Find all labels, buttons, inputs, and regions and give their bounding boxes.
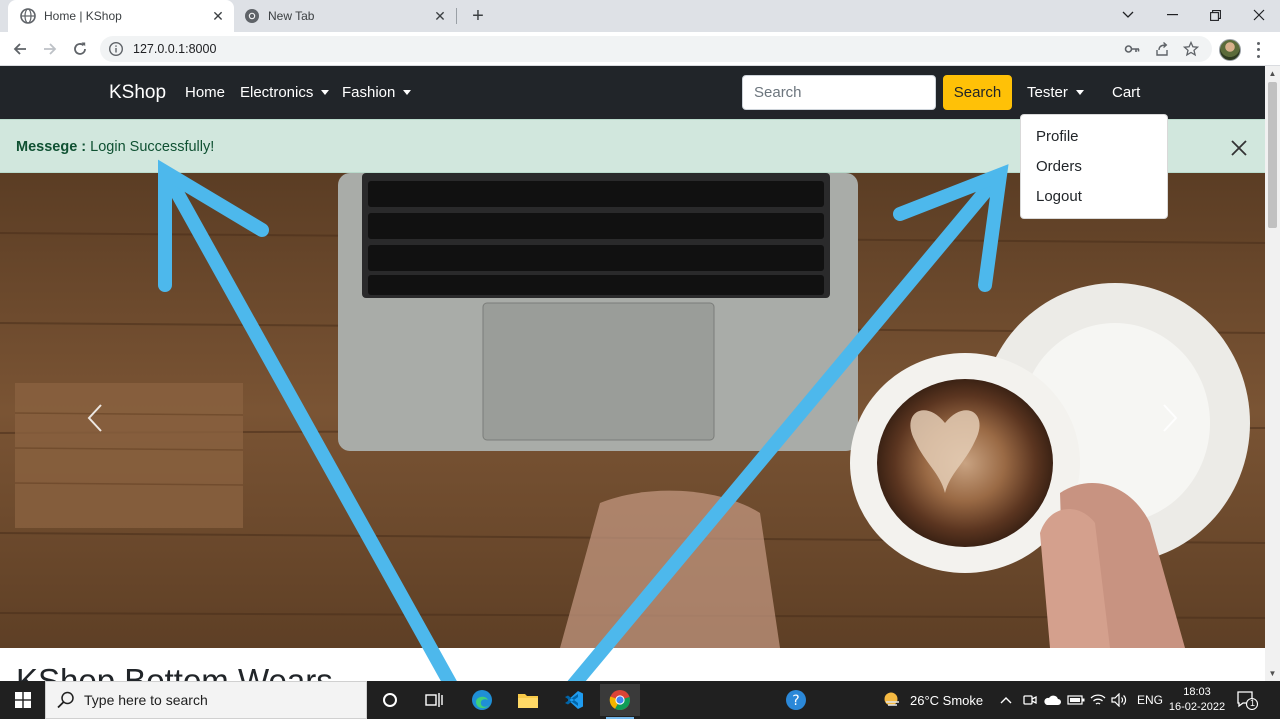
globe-icon	[20, 8, 36, 24]
notification-count: 1	[1249, 698, 1255, 708]
wifi-icon[interactable]	[1090, 681, 1106, 719]
edge-icon[interactable]	[462, 684, 502, 716]
address-bar[interactable]: 127.0.0.1:8000	[100, 36, 1212, 62]
tab-home-kshop[interactable]: Home | KShop ✕	[8, 0, 234, 32]
alert-label: Messege :	[16, 139, 87, 155]
search-icon	[56, 690, 76, 710]
svg-text:?: ?	[792, 693, 799, 709]
tab-new-tab[interactable]: New Tab ✕	[234, 0, 456, 32]
browser-toolbar: 127.0.0.1:8000	[0, 32, 1280, 66]
site-info-icon[interactable]	[108, 41, 124, 57]
onedrive-icon[interactable]	[1043, 681, 1061, 719]
taskbar: Type here to search ? 26°C Smoke ENG 18:…	[0, 681, 1280, 719]
new-tab-button[interactable]: +	[466, 4, 490, 28]
chrome-icon	[244, 8, 260, 24]
close-icon[interactable]	[1228, 137, 1250, 159]
nav-cart[interactable]: Cart	[1112, 84, 1140, 101]
nav-home[interactable]: Home	[185, 84, 225, 101]
nav-cart-label: Cart	[1112, 84, 1141, 101]
close-tab-icon[interactable]: ✕	[430, 6, 450, 26]
help-icon[interactable]: ?	[776, 684, 816, 716]
scroll-up-icon[interactable]: ▲	[1265, 66, 1280, 81]
file-explorer-icon[interactable]	[508, 684, 548, 716]
forward-arrow-icon[interactable]	[38, 37, 62, 61]
language-text: ENG	[1137, 693, 1164, 707]
tab-divider	[456, 8, 457, 24]
clock-time: 18:03	[1183, 686, 1211, 698]
carousel-prev-icon[interactable]	[80, 398, 110, 438]
close-tab-icon[interactable]: ✕	[208, 6, 228, 26]
nav-electronics-label: Electronics	[240, 84, 314, 101]
caret-down-icon	[321, 90, 330, 95]
user-dropdown-menu: Profile Orders Logout	[1020, 114, 1168, 219]
alert-message: Login Successfully!	[90, 139, 215, 155]
task-view-icon[interactable]	[414, 684, 454, 716]
hero-carousel	[0, 173, 1265, 648]
search-button[interactable]: Search	[943, 75, 1012, 110]
show-hidden-icons-icon[interactable]	[1000, 681, 1012, 719]
key-icon[interactable]	[1124, 41, 1140, 57]
nav-home-label: Home	[185, 84, 226, 101]
meet-now-icon[interactable]	[1022, 681, 1038, 719]
site-navbar: KShop Home Electronics Fashion Search Te…	[0, 66, 1265, 119]
windows-start-icon[interactable]	[0, 681, 45, 719]
carousel-next-icon[interactable]	[1155, 398, 1185, 438]
nav-fashion-dropdown[interactable]: Fashion	[342, 84, 412, 101]
weather-widget[interactable]: 26°C Smoke	[882, 681, 983, 719]
scrollbar-thumb[interactable]	[1268, 82, 1277, 228]
share-icon[interactable]	[1154, 41, 1170, 57]
cortana-icon[interactable]	[370, 684, 410, 716]
vscode-icon[interactable]	[554, 684, 594, 716]
caret-down-icon	[403, 90, 412, 95]
restore-icon[interactable]	[1193, 0, 1237, 30]
browser-menu-icon[interactable]	[1250, 40, 1266, 60]
chrome-taskbar-icon[interactable]	[600, 684, 640, 719]
tab-search-icon[interactable]	[1106, 0, 1150, 30]
hero-image	[0, 173, 1265, 648]
system-clock[interactable]: 18:03 16-02-2022	[1168, 685, 1226, 715]
page-scrollbar[interactable]: ▲ ▼	[1265, 66, 1280, 681]
url-text: 127.0.0.1:8000	[133, 42, 217, 56]
user-menu-dropdown[interactable]: Tester	[1027, 84, 1084, 101]
menu-item-profile[interactable]: Profile	[1021, 122, 1167, 152]
browser-tab-strip: Home | KShop ✕ New Tab ✕ +	[0, 0, 1280, 32]
input-language-indicator[interactable]: ENG	[1137, 681, 1163, 719]
nav-fashion-label: Fashion	[342, 84, 396, 101]
search-input[interactable]	[742, 75, 936, 110]
scroll-down-icon[interactable]: ▼	[1265, 666, 1280, 681]
taskbar-search-box[interactable]: Type here to search	[45, 681, 367, 719]
back-arrow-icon[interactable]	[8, 37, 32, 61]
nav-electronics-dropdown[interactable]: Electronics	[240, 84, 330, 101]
caret-down-icon	[1075, 90, 1084, 95]
close-window-icon[interactable]	[1237, 0, 1280, 30]
taskbar-search-placeholder: Type here to search	[84, 692, 208, 708]
menu-item-orders[interactable]: Orders	[1021, 152, 1167, 182]
reload-icon[interactable]	[68, 37, 92, 61]
weather-text: 26°C Smoke	[910, 692, 984, 708]
menu-item-logout[interactable]: Logout	[1021, 182, 1167, 212]
battery-icon[interactable]	[1067, 681, 1085, 719]
clock-date: 16-02-2022	[1168, 701, 1226, 713]
alert-text: Messege : Login Successfully!	[16, 139, 214, 155]
brand-logo[interactable]: KShop	[109, 82, 166, 104]
tab-title: New Tab	[268, 9, 315, 23]
section-title: KShop Bottom Wears	[16, 662, 333, 681]
notification-center-icon[interactable]: 1	[1236, 690, 1259, 711]
volume-icon[interactable]	[1111, 681, 1127, 719]
tab-title: Home | KShop	[44, 9, 122, 23]
minimize-icon[interactable]	[1150, 0, 1194, 30]
bookmark-star-icon[interactable]	[1182, 40, 1200, 57]
user-menu-label: Tester	[1027, 84, 1068, 101]
weather-icon	[882, 690, 902, 711]
profile-avatar[interactable]	[1219, 39, 1241, 61]
page-viewport: KShop Home Electronics Fashion Search Te…	[0, 66, 1265, 681]
